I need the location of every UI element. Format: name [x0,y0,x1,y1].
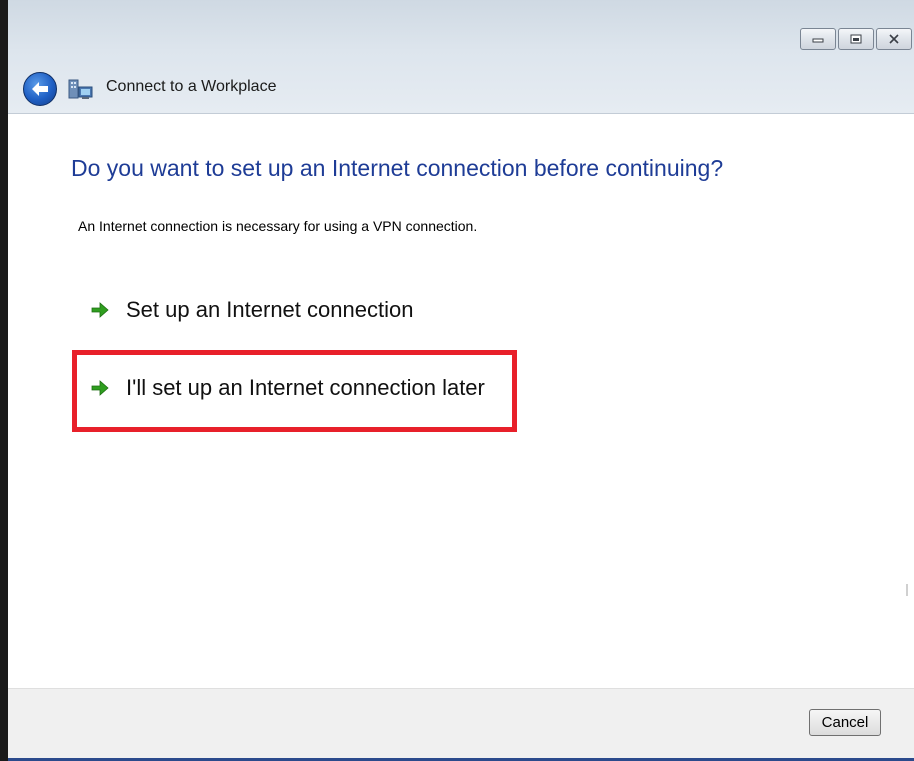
green-arrow-icon [91,302,109,318]
close-icon [889,34,899,44]
maximize-icon [850,34,862,44]
left-window-edge [0,0,8,761]
close-button[interactable] [876,28,912,50]
maximize-button[interactable] [838,28,874,50]
setup-internet-connection-link[interactable]: Set up an Internet connection [90,297,413,323]
title-bar: Connect to a Workplace [8,0,914,114]
minimize-icon [812,38,824,43]
cancel-button[interactable]: Cancel [809,709,881,736]
minimize-button[interactable] [800,28,836,50]
network-workplace-icon [68,79,93,99]
setup-later-link[interactable]: I'll set up an Internet connection later [90,375,485,401]
window-title: Connect to a Workplace [106,78,277,95]
back-arrow-icon [32,82,48,96]
divider [906,584,908,596]
page-description: An Internet connection is necessary for … [78,218,478,234]
back-button[interactable] [23,72,57,106]
caption-buttons [798,28,912,52]
option-label: Set up an Internet connection [126,297,414,322]
green-arrow-icon [91,380,109,396]
wizard-content: Do you want to set up an Internet connec… [8,114,914,688]
wizard-footer: Cancel [8,688,914,761]
option-label: I'll set up an Internet connection later [126,375,485,400]
page-heading: Do you want to set up an Internet connec… [71,155,724,181]
wizard-window: Connect to a Workplace Do you want to se… [8,0,914,761]
